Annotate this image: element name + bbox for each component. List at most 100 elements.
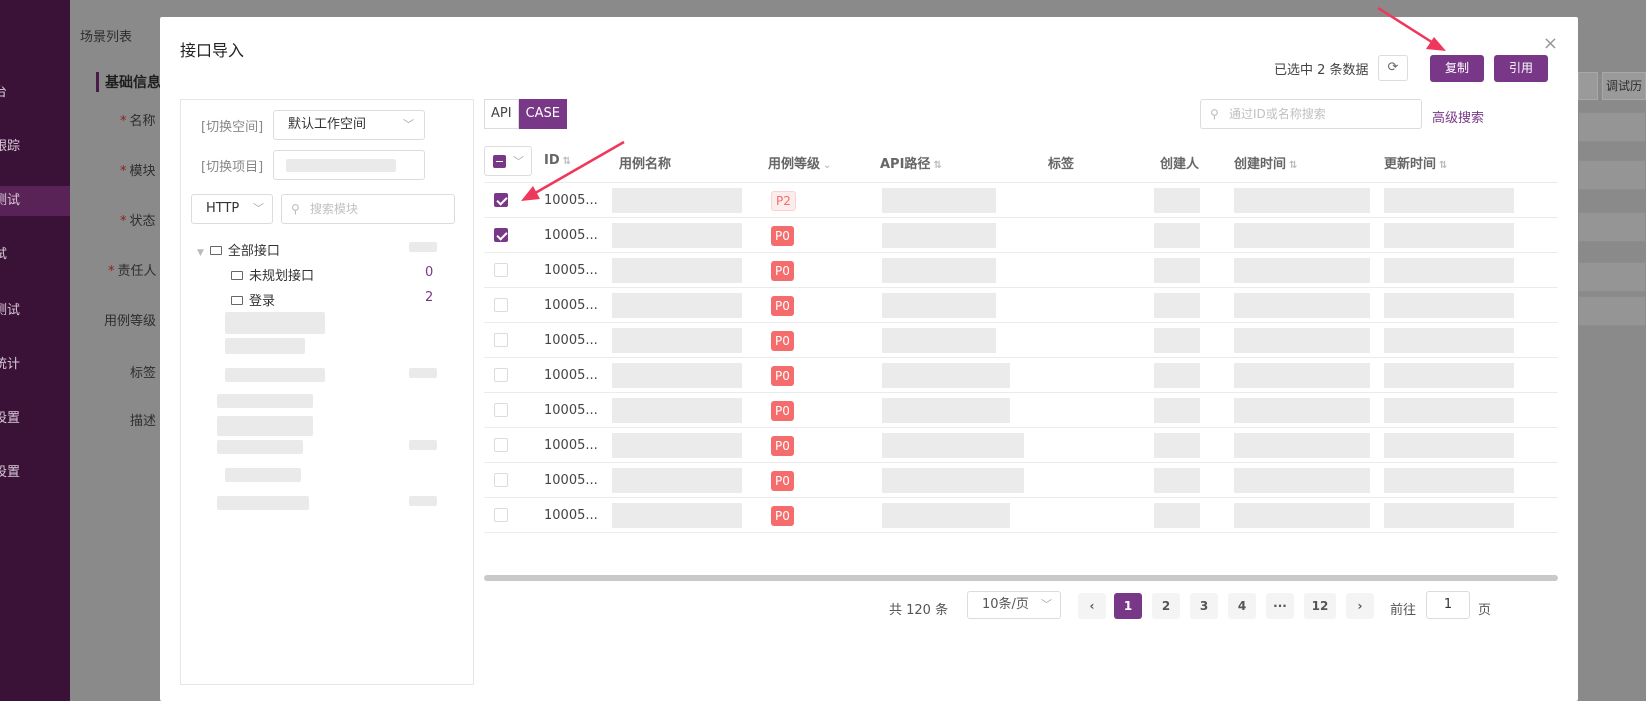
- folder-icon: [209, 246, 222, 255]
- sidebar-item: 跟踪: [0, 139, 21, 154]
- level-tag: P0: [771, 506, 794, 526]
- search-icon: ⚲: [1210, 107, 1219, 121]
- goto-page-input[interactable]: 1: [1426, 591, 1470, 619]
- blurred-cell: [612, 398, 742, 423]
- workspace-select[interactable]: 默认工作空间 ﹀: [273, 110, 425, 140]
- cell-id: 10005...: [544, 438, 598, 453]
- copy-button[interactable]: 复制: [1430, 55, 1484, 82]
- column-tag: 标签: [1048, 157, 1075, 172]
- blurred-tree-node: [217, 416, 313, 436]
- horizontal-scrollbar[interactable]: [484, 575, 1558, 581]
- row-checkbox[interactable]: [494, 473, 508, 487]
- protocol-select[interactable]: HTTP ﹀: [191, 194, 273, 224]
- table-row[interactable]: 10005... P0: [484, 463, 1558, 498]
- background-sidebar: 台 跟踪 测试 试 测试 统计 设置 设置: [0, 0, 70, 701]
- project-select[interactable]: [273, 150, 425, 180]
- row-checkbox[interactable]: [494, 193, 508, 207]
- page-4-button[interactable]: 4: [1228, 593, 1256, 619]
- blurred-count: [409, 496, 437, 506]
- page-1-button[interactable]: 1: [1114, 593, 1142, 619]
- table-body: 10005... P2 10005... P0 10005... P0 10005... P0…: [484, 183, 1558, 533]
- row-checkbox[interactable]: [494, 508, 508, 522]
- column-created-time[interactable]: 创建时间 ⇅: [1234, 153, 1297, 172]
- page-12-button[interactable]: 12: [1304, 593, 1336, 619]
- switch-project-label: [切换项目]: [201, 160, 264, 175]
- blurred-cell: [1154, 258, 1200, 283]
- table-row[interactable]: 10005... P0: [484, 428, 1558, 463]
- column-path[interactable]: API路径 ⇅: [880, 153, 942, 172]
- blurred-cell: [1154, 503, 1200, 528]
- refresh-button[interactable]: ⟳: [1378, 55, 1408, 81]
- blurred-cell: [612, 293, 742, 318]
- row-checkbox[interactable]: [494, 368, 508, 382]
- bg-form-label: * 名称: [120, 114, 156, 129]
- sort-icon: ⇅: [1439, 160, 1448, 171]
- tree-node-all-apis[interactable]: ▼ 全部接口: [197, 240, 280, 259]
- table-row[interactable]: 10005... P0: [484, 323, 1558, 358]
- background-tabs: 场景列表: [80, 30, 133, 45]
- total-count: 共 120 条: [889, 603, 949, 618]
- tab-case[interactable]: CASE: [518, 99, 568, 129]
- table-row[interactable]: 10005... P0: [484, 358, 1558, 393]
- chevron-down-icon: ﹀: [403, 118, 414, 131]
- level-tag: P0: [771, 401, 794, 421]
- blurred-cell: [882, 188, 996, 213]
- row-checkbox[interactable]: [494, 403, 508, 417]
- table-row[interactable]: 10005... P0: [484, 218, 1558, 253]
- prev-page-button[interactable]: ‹: [1078, 593, 1106, 619]
- column-level[interactable]: 用例等级 ⌄: [768, 153, 831, 172]
- blurred-tree-node: [217, 394, 313, 408]
- more-pages-button[interactable]: ···: [1266, 593, 1294, 619]
- row-checkbox[interactable]: [494, 298, 508, 312]
- page-size-select[interactable]: 10条/页 ﹀: [967, 591, 1061, 619]
- case-table: ﹀ ID ⇅ 用例名称 用例等级 ⌄ API路径 ⇅ 标签 创建人 创建时间 ⇅ 更新时…: [484, 139, 1558, 533]
- blurred-cell: [882, 293, 996, 318]
- switch-space-label: [切换空间]: [201, 120, 264, 135]
- blurred-cell: [1154, 328, 1200, 353]
- column-id[interactable]: ID ⇅: [544, 153, 571, 168]
- blurred-count: [409, 440, 437, 450]
- module-search-input[interactable]: ⚲ 搜索模块: [281, 194, 455, 224]
- tree-node-unplanned[interactable]: 未规划接口: [231, 265, 314, 284]
- row-checkbox[interactable]: [494, 333, 508, 347]
- page-3-button[interactable]: 3: [1190, 593, 1218, 619]
- blurred-cell: [1234, 258, 1370, 283]
- sidebar-item: 设置: [0, 411, 21, 426]
- sort-icon: ⇅: [1289, 160, 1298, 171]
- blurred-cell: [1234, 468, 1370, 493]
- blurred-cell: [1154, 188, 1200, 213]
- level-tag: P0: [771, 366, 794, 386]
- row-checkbox[interactable]: [494, 228, 508, 242]
- close-icon[interactable]: ×: [1543, 33, 1558, 54]
- blurred-cell: [612, 258, 742, 283]
- blurred-count: [409, 242, 437, 252]
- page-2-button[interactable]: 2: [1152, 593, 1180, 619]
- page-size-value: 10条/页: [982, 597, 1029, 612]
- bg-form-field: [1578, 296, 1646, 326]
- goto-label: 前往: [1390, 603, 1417, 618]
- refresh-icon: ⟳: [1387, 60, 1399, 75]
- advanced-search-link[interactable]: 高级搜索: [1432, 107, 1484, 126]
- case-search-placeholder: 通过ID或名称搜索: [1229, 107, 1326, 121]
- bg-form-label: 标签: [130, 366, 157, 381]
- folder-icon: [231, 296, 243, 305]
- select-all-dropdown[interactable]: ﹀: [484, 146, 532, 176]
- row-checkbox[interactable]: [494, 263, 508, 277]
- blurred-cell: [612, 328, 742, 353]
- tab-api[interactable]: API: [484, 99, 519, 129]
- sidebar-item: 台: [0, 85, 8, 100]
- table-row[interactable]: 10005... P0: [484, 253, 1558, 288]
- table-row[interactable]: 10005... P0: [484, 498, 1558, 533]
- table-row[interactable]: 10005... P0: [484, 288, 1558, 323]
- blurred-cell: [882, 223, 996, 248]
- next-page-button[interactable]: ›: [1346, 593, 1374, 619]
- case-search-input[interactable]: ⚲ 通过ID或名称搜索: [1200, 99, 1422, 129]
- table-row[interactable]: 10005... P2: [484, 183, 1558, 218]
- table-row[interactable]: 10005... P0: [484, 393, 1558, 428]
- tree-node-login[interactable]: 登录: [231, 290, 275, 309]
- row-checkbox[interactable]: [494, 438, 508, 452]
- select-all-checkbox[interactable]: [493, 155, 506, 168]
- column-updated-time[interactable]: 更新时间 ⇅: [1384, 153, 1447, 172]
- reference-button[interactable]: 引用: [1494, 55, 1548, 82]
- level-tag: P0: [771, 261, 794, 281]
